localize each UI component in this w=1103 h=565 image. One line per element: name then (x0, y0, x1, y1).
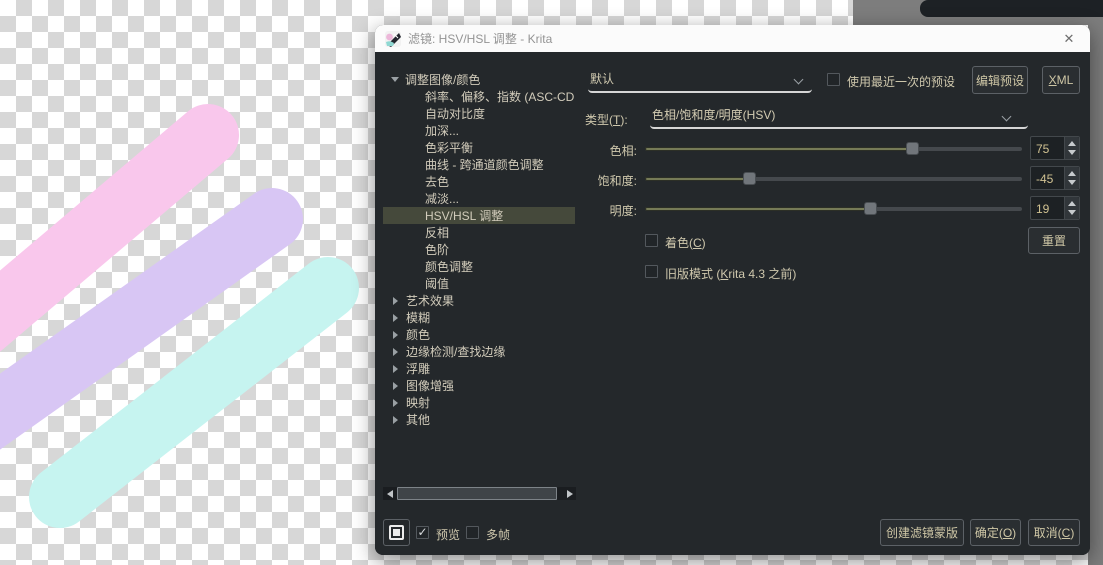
create-filter-mask-button[interactable]: 创建滤镜蒙版 (880, 519, 964, 546)
tree-item[interactable]: 色彩平衡 (383, 139, 575, 156)
hue-spinbox[interactable]: 75 (1030, 136, 1080, 160)
type-label: 类型(T): (585, 113, 628, 127)
saturation-slider[interactable] (645, 172, 1022, 185)
tree-group-blur[interactable]: 模糊 (383, 309, 575, 326)
tree-item[interactable]: 减淡... (383, 190, 575, 207)
arrow-left-icon (386, 489, 393, 498)
saturation-label: 饱和度: (597, 174, 637, 188)
spin-down-icon[interactable] (1068, 150, 1076, 155)
edit-preset-button[interactable]: 编辑预设 (972, 66, 1028, 94)
type-combobox[interactable]: 色相/饱和度/明度(HSV) (650, 101, 1028, 129)
colorize-checkbox[interactable] (645, 234, 658, 247)
expand-arrow-icon[interactable] (391, 77, 399, 82)
tree-item[interactable]: 反相 (383, 224, 575, 241)
preview-checkbox[interactable]: ✓ (416, 526, 429, 539)
spin-down-icon[interactable] (1068, 180, 1076, 185)
collapse-arrow-icon[interactable] (393, 415, 398, 424)
scroll-thumb[interactable] (397, 487, 557, 500)
legacy-mode-label: 旧版模式 (Krita 4.3 之前) (665, 267, 797, 281)
spin-down-icon[interactable] (1068, 210, 1076, 215)
tree-group-map[interactable]: 映射 (383, 394, 575, 411)
tree-group-color[interactable]: 颜色 (383, 326, 575, 343)
saturation-slider-handle[interactable] (742, 172, 756, 185)
checkmark-icon: ✓ (417, 525, 428, 539)
tree-item[interactable]: 阈值 (383, 275, 575, 292)
tree-item[interactable]: 加深... (383, 122, 575, 139)
use-last-preset-checkbox[interactable] (827, 73, 840, 86)
preview-thumbnail-button[interactable] (383, 519, 410, 546)
xml-button[interactable]: XML (1042, 66, 1080, 94)
multiframe-checkbox[interactable] (466, 526, 479, 539)
scroll-right-button[interactable] (563, 487, 576, 500)
collapse-arrow-icon[interactable] (393, 330, 398, 339)
tree-item-adjust[interactable]: 调整图像/颜色 (383, 71, 575, 88)
collapse-arrow-icon[interactable] (393, 347, 398, 356)
dialog-body: 调整图像/颜色 斜率、偏移、指数 (ASC-CD 自动对比度 加深... 色彩平… (375, 52, 1090, 555)
hue-slider[interactable] (645, 142, 1022, 155)
dialog-title: 滤镜: HSV/HSL 调整 - Krita (408, 32, 553, 46)
tree-item-hsv-hsl-selected[interactable]: HSV/HSL 调整 (383, 207, 575, 224)
arrow-right-icon (566, 489, 573, 498)
tree-scrollbar[interactable] (383, 487, 576, 500)
thumbnail-icon (389, 525, 404, 540)
cancel-button[interactable]: 取消(C) (1028, 519, 1080, 546)
tree-item[interactable]: 曲线 - 跨通道颜色调整 (383, 156, 575, 173)
collapse-arrow-icon[interactable] (393, 381, 398, 390)
dialog-titlebar[interactable]: 滤镜: HSV/HSL 调整 - Krita ✕ (375, 25, 1090, 52)
filter-dialog: 滤镜: HSV/HSL 调整 - Krita ✕ 调整图像/颜色 斜率、偏移、指… (375, 25, 1090, 555)
top-docker-bar (920, 0, 1103, 17)
lightness-label: 明度: (609, 204, 637, 218)
hue-label: 色相: (609, 144, 637, 158)
krita-app: 滤镜: HSV/HSL 调整 - Krita ✕ 调整图像/颜色 斜率、偏移、指… (0, 0, 1103, 565)
lightness-slider[interactable] (645, 202, 1022, 215)
collapse-arrow-icon[interactable] (393, 313, 398, 322)
chevron-down-icon (1001, 111, 1012, 122)
tree-item[interactable]: 斜率、偏移、指数 (ASC-CD (383, 88, 575, 105)
scroll-left-button[interactable] (383, 487, 396, 500)
lightness-spinbox[interactable]: 19 (1030, 196, 1080, 220)
tree-group-artistic[interactable]: 艺术效果 (383, 292, 575, 309)
colorize-label: 着色(C) (665, 236, 706, 250)
spin-up-icon[interactable] (1068, 201, 1076, 206)
tree-item[interactable]: 去色 (383, 173, 575, 190)
preset-combobox[interactable]: 默认 (588, 63, 812, 93)
spin-up-icon[interactable] (1068, 171, 1076, 176)
collapse-arrow-icon[interactable] (393, 364, 398, 373)
reset-button[interactable]: 重置 (1028, 227, 1080, 254)
chevron-down-icon (793, 74, 804, 85)
close-icon[interactable]: ✕ (1058, 31, 1080, 47)
legacy-mode-checkbox[interactable] (645, 265, 658, 278)
tree-group-other[interactable]: 其他 (383, 411, 575, 428)
hue-slider-handle[interactable] (905, 142, 919, 155)
tree-group-emboss[interactable]: 浮雕 (383, 360, 575, 377)
collapse-arrow-icon[interactable] (393, 296, 398, 305)
lightness-slider-handle[interactable] (863, 202, 877, 215)
tree-item[interactable]: 颜色调整 (383, 258, 575, 275)
tree-group-enhance[interactable]: 图像增强 (383, 377, 575, 394)
app-background-right (1088, 0, 1103, 565)
tree-item[interactable]: 色阶 (383, 241, 575, 258)
ok-button[interactable]: 确定(O) (970, 519, 1021, 546)
tree-item[interactable]: 自动对比度 (383, 105, 575, 122)
saturation-spinbox[interactable]: -45 (1030, 166, 1080, 190)
tree-group-edge[interactable]: 边缘检测/查找边缘 (383, 343, 575, 360)
spin-up-icon[interactable] (1068, 141, 1076, 146)
krita-icon (385, 30, 401, 47)
collapse-arrow-icon[interactable] (393, 398, 398, 407)
